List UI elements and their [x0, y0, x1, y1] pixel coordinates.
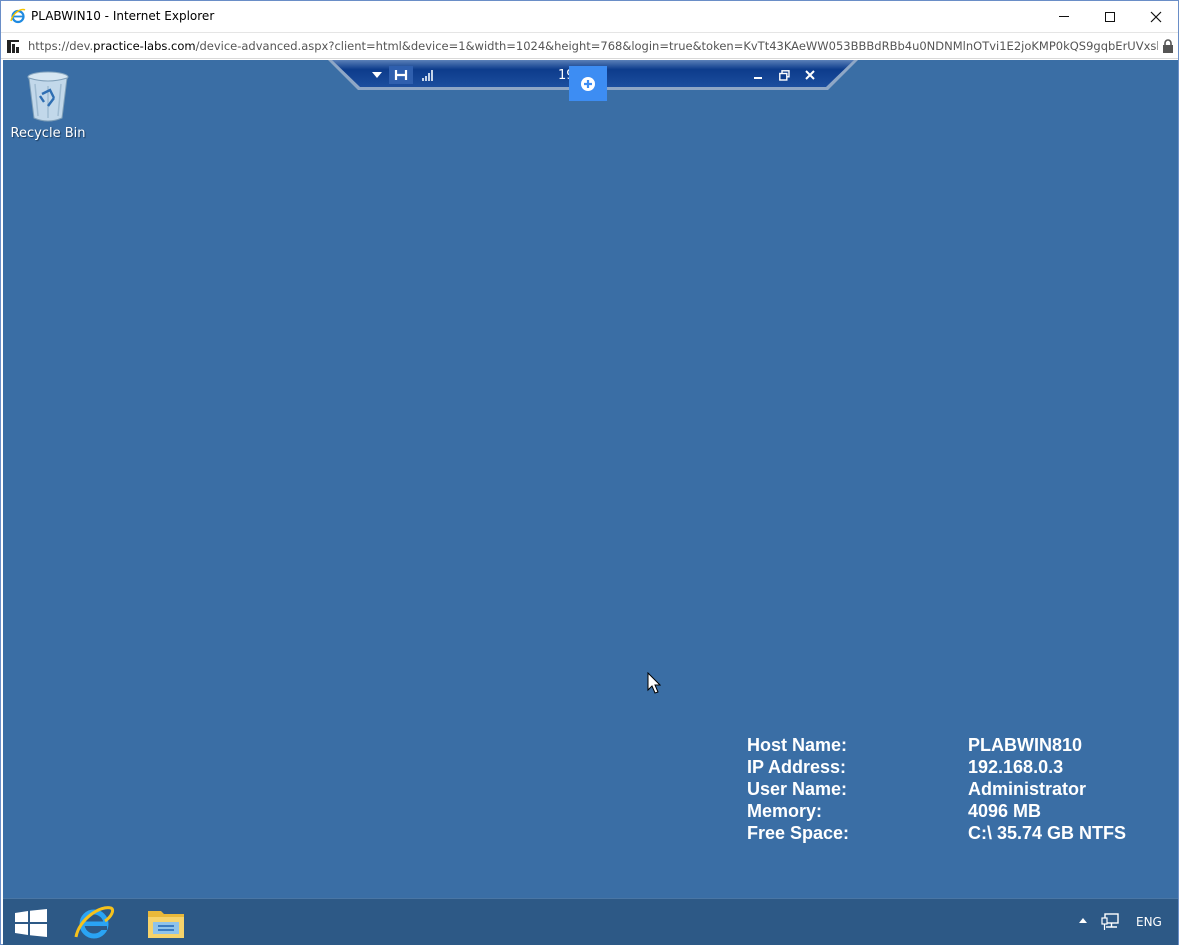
desktop-icon-recycle-bin[interactable]: Recycle Bin	[9, 68, 87, 141]
plus-circle-icon	[581, 76, 595, 91]
internet-explorer-icon[interactable]	[73, 903, 115, 941]
internet-explorer-icon	[10, 8, 26, 24]
maximize-icon	[1105, 11, 1115, 22]
close-icon	[1150, 11, 1162, 22]
rdp-expand-tab[interactable]	[569, 66, 607, 101]
bginfo-key: IP Address:	[747, 757, 847, 777]
address-bar[interactable]: https://dev.practice-labs.com/device-adv…	[1, 32, 1178, 59]
bginfo-row-freespace: Free Space: C:\ 35.74 GB NTFS	[747, 822, 1126, 844]
minimize-icon	[754, 77, 762, 79]
bginfo-value: 4096 MB	[968, 801, 1042, 821]
bginfo-row-memory: Memory: 4096 MB	[747, 800, 1126, 822]
rdp-close-button[interactable]	[801, 66, 819, 84]
bginfo-value: Administrator	[968, 779, 1087, 799]
bginfo-value: PLABWIN810	[968, 735, 1083, 755]
minimize-icon	[1059, 16, 1069, 17]
bginfo-key: Memory:	[747, 801, 823, 821]
title-bar: PLABWIN10 - Internet Explorer	[1, 1, 1178, 32]
remote-desktop[interactable]: Recycle Bin 19 Host Name: PLABWIN810 IP …	[3, 60, 1178, 898]
taskbar: ENG	[3, 898, 1178, 945]
file-explorer-icon[interactable]	[145, 905, 187, 941]
close-icon	[805, 70, 815, 80]
bginfo-value: C:\ 35.74 GB NTFS	[968, 823, 1127, 843]
lock-icon[interactable]	[1162, 39, 1174, 53]
rdp-restore-button[interactable]	[775, 66, 793, 84]
show-hidden-icons-icon[interactable]	[1077, 915, 1089, 925]
url-prefix: https://dev.	[28, 39, 94, 53]
rdp-pin-button[interactable]	[389, 66, 413, 84]
windows-start-icon[interactable]	[15, 909, 47, 937]
language-indicator[interactable]: ENG	[1136, 915, 1162, 929]
rdp-minimize-button[interactable]	[749, 66, 767, 84]
url-host: practice-labs.com	[93, 39, 196, 53]
bginfo-value: 192.168.0.3	[968, 757, 1064, 777]
restore-icon	[778, 69, 790, 81]
bginfo-key: User Name:	[747, 779, 848, 799]
recycle-bin-icon	[27, 71, 69, 122]
network-icon[interactable]	[1101, 912, 1121, 932]
bginfo-row-hostname: Host Name: PLABWIN810	[747, 734, 1126, 756]
url-path: /device-advanced.aspx?client=html&device…	[195, 39, 1158, 53]
rdp-menu-button[interactable]	[368, 66, 386, 84]
chevron-down-icon	[372, 72, 382, 78]
window-title: PLABWIN10 - Internet Explorer	[31, 9, 215, 23]
bginfo-panel: Host Name: PLABWIN810 IP Address: 192.168.…	[747, 734, 1126, 844]
minimize-button[interactable]	[1041, 1, 1087, 32]
bginfo-key: Free Space:	[747, 823, 850, 843]
pin-icon	[394, 70, 408, 80]
close-button[interactable]	[1133, 1, 1179, 32]
site-favicon-icon	[7, 40, 19, 53]
recycle-bin-label: Recycle Bin	[10, 126, 86, 141]
mouse-pointer-icon	[647, 672, 661, 694]
url-text[interactable]: https://dev.practice-labs.com/device-adv…	[28, 39, 1158, 53]
bginfo-row-username: User Name: Administrator	[747, 778, 1126, 800]
rdp-signal-indicator	[420, 66, 436, 84]
maximize-button[interactable]	[1087, 1, 1133, 32]
bginfo-key: Host Name:	[747, 735, 848, 755]
browser-window: PLABWIN10 - Internet Explorer https://de…	[0, 0, 1179, 945]
bginfo-row-ip: IP Address: 192.168.0.3	[747, 756, 1126, 778]
signal-icon	[422, 70, 433, 81]
